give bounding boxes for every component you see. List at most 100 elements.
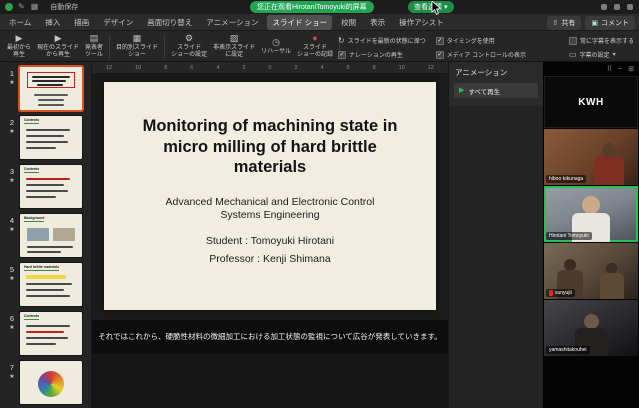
slide-student-line[interactable]: Student : Tomoyuki Hirotani [104,235,436,247]
thumbnail-row: 3 ★ Contents [0,165,91,214]
record-slideshow-button[interactable]: ● スライド ショーの記録 [295,33,335,60]
share-icon: ⇧ [553,20,559,27]
menubar: ✎ ▦ 自動保存 您正在观看HirotaniTomoyuki的屏幕 查看选项 ▾ [0,0,639,14]
play-from-current-button[interactable]: ▶ 現在のスライド から再生 [35,33,81,60]
tab-assist[interactable]: 操作アシスト [394,15,449,30]
thumb-title-box [27,72,75,88]
keep-slides-updated-toggle[interactable]: ↻ スライドを最新の状態に保つ [338,36,426,45]
setup-slideshow-button[interactable]: ⚙ スライド ショーの設定 [169,33,209,60]
checkbox-checked-icon: ✓ [338,51,346,59]
clock-icon: ◷ [272,38,280,49]
tab-draw[interactable]: 描画 [69,15,94,30]
screen: ✎ ▦ 自動保存 您正在观看HirotaniTomoyuki的屏幕 查看选项 ▾… [0,0,639,408]
ruler-number: 10 [399,65,405,71]
tab-design[interactable]: デザイン [98,15,138,30]
ruler-number: 4 [216,65,219,71]
gear-icon: ⚙ [185,34,193,45]
thumbnail-row: 4 ★ Background [0,214,91,263]
slide-thumbnail-panel: 1 ★ 2 ★ Contents [0,62,92,408]
tab-insert[interactable]: 挿入 [40,15,65,30]
tab-review[interactable]: 校閲 [336,15,361,30]
chevron-down-icon: ▾ [613,52,616,58]
slide-thumbnail-5[interactable]: Hard brittle materials [20,263,82,306]
use-timings-checkbox[interactable]: ✓ タイミングを使用 [436,36,526,45]
thumbnail-row: 7 ★ [0,361,91,408]
status-icon [614,4,620,10]
participant-name-badge: sunyujii [546,289,575,297]
participant-name: KWH [578,97,603,108]
slide-number: 1 [10,69,14,78]
record-icon: ● [312,34,317,45]
autosave-label[interactable]: 自動保存 [50,2,78,12]
monitor-icon: ▤ [90,34,99,45]
ruler-number: 8 [164,65,167,71]
checkbox-unchecked-icon [569,37,577,45]
slideshow-ribbon: ▶ 最初から 再生 ▶ 現在のスライド から再生 ▤ 発表者 ツール ▦ 目的別… [0,31,639,62]
custom-slideshow-button[interactable]: ▦ 目的別スライド ショー [114,33,160,60]
ruler-number: 0 [268,65,271,71]
tab-view[interactable]: 表示 [365,15,390,30]
tab-home[interactable]: ホーム [4,15,36,30]
ruler-number: 4 [321,65,324,71]
gallery-view-icon[interactable]: ⊞ [628,66,634,73]
slide-department[interactable]: Advanced Mechanical and Electronic Contr… [104,196,436,222]
participant-tile-yamashita[interactable]: yamashitakouhei [544,300,638,356]
slide-thumbnail-7[interactable] [20,361,82,404]
show-media-controls-checkbox[interactable]: ✓ メディア コントロールの表示 [436,50,526,59]
participant-silhouette [584,314,599,329]
tab-transitions[interactable]: 画面切り替え [142,15,197,30]
comment-icon: ▣ [591,20,598,27]
slide-number: 2 [10,118,14,127]
participant-tile-sunyujii[interactable]: sunyujii [544,243,638,299]
slide-title[interactable]: Monitoring of machining state in micro m… [104,116,436,178]
screen-share-banner: 您正在观看HirotaniTomoyuki的屏幕 [250,1,374,13]
slide-number: 7 [10,363,14,372]
participant-tile-kwh[interactable]: KWH [544,76,638,128]
minimize-icon[interactable]: − [618,66,622,73]
always-show-captions-checkbox[interactable]: 常に字幕を表示する [569,36,634,45]
slide-number: 5 [10,265,14,274]
slide-professor-line[interactable]: Professor : Kenji Shimana [104,253,436,265]
slide-thumbnail-2[interactable]: Contents [20,116,82,159]
status-icon [627,4,633,10]
play-narration-checkbox[interactable]: ✓ ナレーションの再生 [338,50,426,59]
transition-star-icon: ★ [9,227,14,233]
transition-star-icon: ★ [9,129,14,135]
participant-name-badge: yamashitakouhei [546,346,590,354]
ruler-number: 6 [347,65,350,71]
slide-thumbnail-1[interactable] [20,67,82,110]
ribbon-separator [164,35,165,59]
comments-button[interactable]: ▣ コメント [585,16,635,30]
rehearse-timings-button[interactable]: ◷ リハーサル [259,37,293,57]
animation-pane: アニメーション ▶ すべて再生 [448,62,543,408]
drag-handle-icon[interactable]: ⠿ [607,66,612,73]
menubar-status-icons [601,4,633,10]
ruler-number: 12 [106,65,112,71]
transition-star-icon: ★ [9,374,14,380]
share-button[interactable]: ⇧ 共有 [547,16,582,30]
tab-slideshow[interactable]: スライド ショー [267,15,332,30]
play-all-button[interactable]: ▶ すべて再生 [454,83,538,98]
slide-editing-surface[interactable]: Monitoring of machining state in micro m… [104,82,436,310]
horizontal-ruler: 12 10 8 6 4 2 0 2 4 6 8 10 12 [92,62,448,74]
share-label: 共有 [561,18,575,28]
thumbnail-row: 1 ★ [0,67,91,116]
participant-tile-hirotani[interactable]: Hirotani Tomoyuki [544,186,638,242]
participant-name: Hirotani Tomoyuki [549,233,589,239]
app-menu-icon[interactable] [5,3,13,11]
grid-icon[interactable]: ▦ [31,3,39,11]
play-from-start-button[interactable]: ▶ 最初から 再生 [5,33,33,60]
slide-thumbnail-4[interactable]: Background [20,214,82,257]
participant-tile-hiboo[interactable]: hiboo tokunaga [544,129,638,185]
pencil-icon[interactable]: ✎ [18,3,25,11]
animation-list[interactable] [449,106,544,408]
hide-slide-button[interactable]: ▨ 非表示スライド に設定 [211,33,257,60]
slide-number: 4 [10,216,14,225]
participant-silhouette [602,143,616,157]
presenter-view-button[interactable]: ▤ 発表者 ツール [83,33,105,60]
caption-settings-dropdown[interactable]: ▭ 字幕の設定 ▾ [569,50,634,59]
participant-name: hiboo tokunaga [549,176,583,182]
tab-animations[interactable]: アニメーション [201,15,263,30]
slide-thumbnail-6[interactable]: Contents [20,312,82,355]
slide-thumbnail-3[interactable]: Contents [20,165,82,208]
